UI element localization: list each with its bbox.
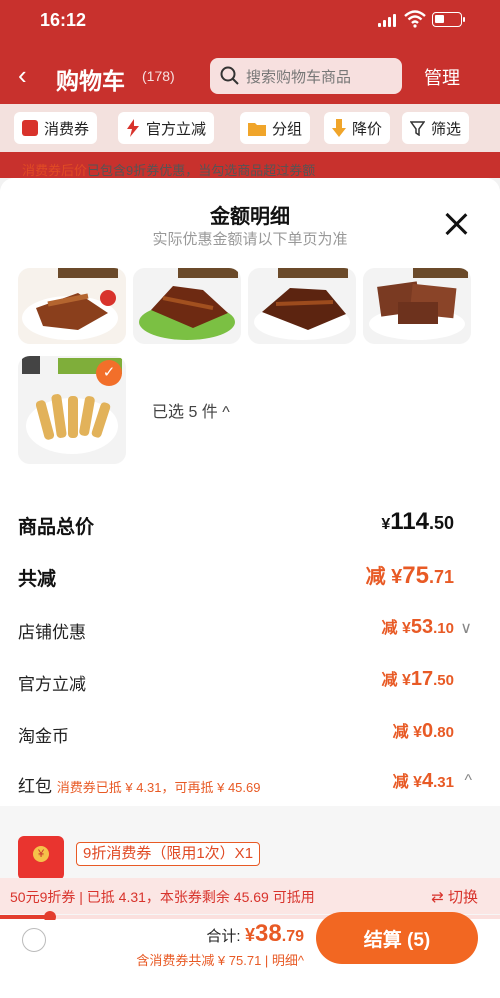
wifi-icon — [404, 10, 426, 28]
search-placeholder: 搜索购物车商品 — [246, 68, 352, 86]
total-price: 合计: ¥38.79 — [206, 920, 304, 947]
filter-label: 消费券 — [44, 120, 90, 138]
nav-bar: ‹ 购物车 (178) 搜索购物车商品 管理 — [0, 52, 500, 100]
filter-bar: 消费券 官方立减 分组 降价 筛选 — [0, 104, 500, 152]
back-icon[interactable]: ‹ — [18, 60, 27, 91]
coupon-strip-text: 50元9折券 | 已抵 4.31，本张券剩余 45.69 可抵用 — [10, 889, 315, 905]
search-icon — [220, 66, 239, 85]
select-all-radio[interactable] — [22, 928, 46, 952]
folder-icon — [248, 122, 266, 136]
product-thumbnail[interactable] — [363, 268, 471, 344]
row-goods-total: 商品总价 ¥114.50 — [18, 508, 454, 538]
row-store-discount[interactable]: 店铺优惠 减 ¥53.10 ∨ — [18, 614, 482, 644]
funnel-icon — [410, 120, 425, 136]
filter-price-drop[interactable]: 降价 — [324, 112, 391, 144]
lightning-icon — [127, 119, 139, 137]
price-down-icon — [332, 119, 346, 137]
filter-label: 官方立减 — [146, 120, 207, 138]
discount-detail-link[interactable]: 含消费券共减 ¥ 75.71 | 明细^ — [136, 950, 304, 969]
signal-icon — [378, 14, 396, 27]
row-total-discount: 共减 减 ¥75.71 — [18, 562, 454, 590]
cart-count: (178) — [142, 68, 175, 84]
sheet-title: 金额明细 — [210, 206, 290, 228]
page-header: 16:12 ‹ 购物车 (178) 搜索购物车商品 管理 消费券 官方立减 分组… — [0, 0, 500, 178]
filter-coupon[interactable]: 消费券 — [14, 112, 98, 144]
coupon-icon — [22, 120, 38, 136]
selected-count[interactable]: 已选 5 件 ^ — [152, 398, 230, 422]
manage-button[interactable]: 管理 — [424, 64, 460, 90]
sheet-subtitle: 实际优惠金额请以下单页为准 — [152, 231, 348, 248]
status-time: 16:12 — [40, 10, 87, 30]
coupon-progress-fill — [0, 915, 50, 919]
filter-label: 分组 — [272, 120, 303, 138]
product-thumbnail[interactable] — [133, 268, 241, 344]
coupon-strip: 50元9折券 | 已抵 4.31，本张券剩余 45.69 可抵用 ⇄ 切换 — [0, 878, 500, 914]
row-taojinbi: 淘金币 减 ¥0.80 — [18, 720, 454, 746]
checkout-button[interactable]: 结算 (5) — [316, 912, 478, 964]
close-icon[interactable] — [444, 212, 468, 236]
filter-group[interactable]: 分组 — [240, 112, 311, 144]
filter-button[interactable]: 筛选 — [402, 112, 470, 144]
chevron-up-icon[interactable]: ^ — [464, 772, 472, 790]
product-thumbnail[interactable] — [248, 268, 356, 344]
coupon-label: 9折消费券（限用1次）X1 — [76, 842, 261, 866]
page-title: 购物车 — [56, 68, 125, 94]
filter-official-discount[interactable]: 官方立减 — [118, 112, 215, 144]
red-envelope-icon — [18, 836, 64, 880]
checkout-bar: 合计: ¥38.79 含消费券共减 ¥ 75.71 | 明细^ 结算 (5) — [0, 912, 500, 998]
switch-button[interactable]: ⇄ 切换 — [431, 886, 478, 907]
filter-label: 筛选 — [431, 120, 462, 138]
status-bar: 16:12 — [0, 0, 500, 44]
coupon-hint: 消费券后价已包含9折券优惠，当勾选商品超过券额 — [22, 163, 316, 178]
chevron-down-icon[interactable]: ∨ — [460, 618, 472, 638]
filter-label: 降价 — [352, 120, 383, 138]
selected-check-icon: ✓ — [96, 360, 122, 386]
product-thumbnail[interactable] — [18, 268, 126, 344]
row-official-discount: 官方立减 减 ¥17.50 — [18, 668, 454, 694]
search-input[interactable]: 搜索购物车商品 — [210, 58, 402, 94]
row-red-packet[interactable]: 红包 消费券已抵 ¥ 4.31，可再抵 ¥ 45.69 减 ¥4.31 ^ — [18, 768, 482, 798]
amount-detail-sheet: 金额明细 实际优惠金额请以下单页为准 ✓ 已选 5 件 ^ 商品总价 ¥114.… — [0, 178, 500, 998]
red-packet-note: 消费券已抵 ¥ 4.31，可再抵 ¥ 45.69 — [56, 780, 261, 795]
battery-icon — [432, 12, 465, 27]
